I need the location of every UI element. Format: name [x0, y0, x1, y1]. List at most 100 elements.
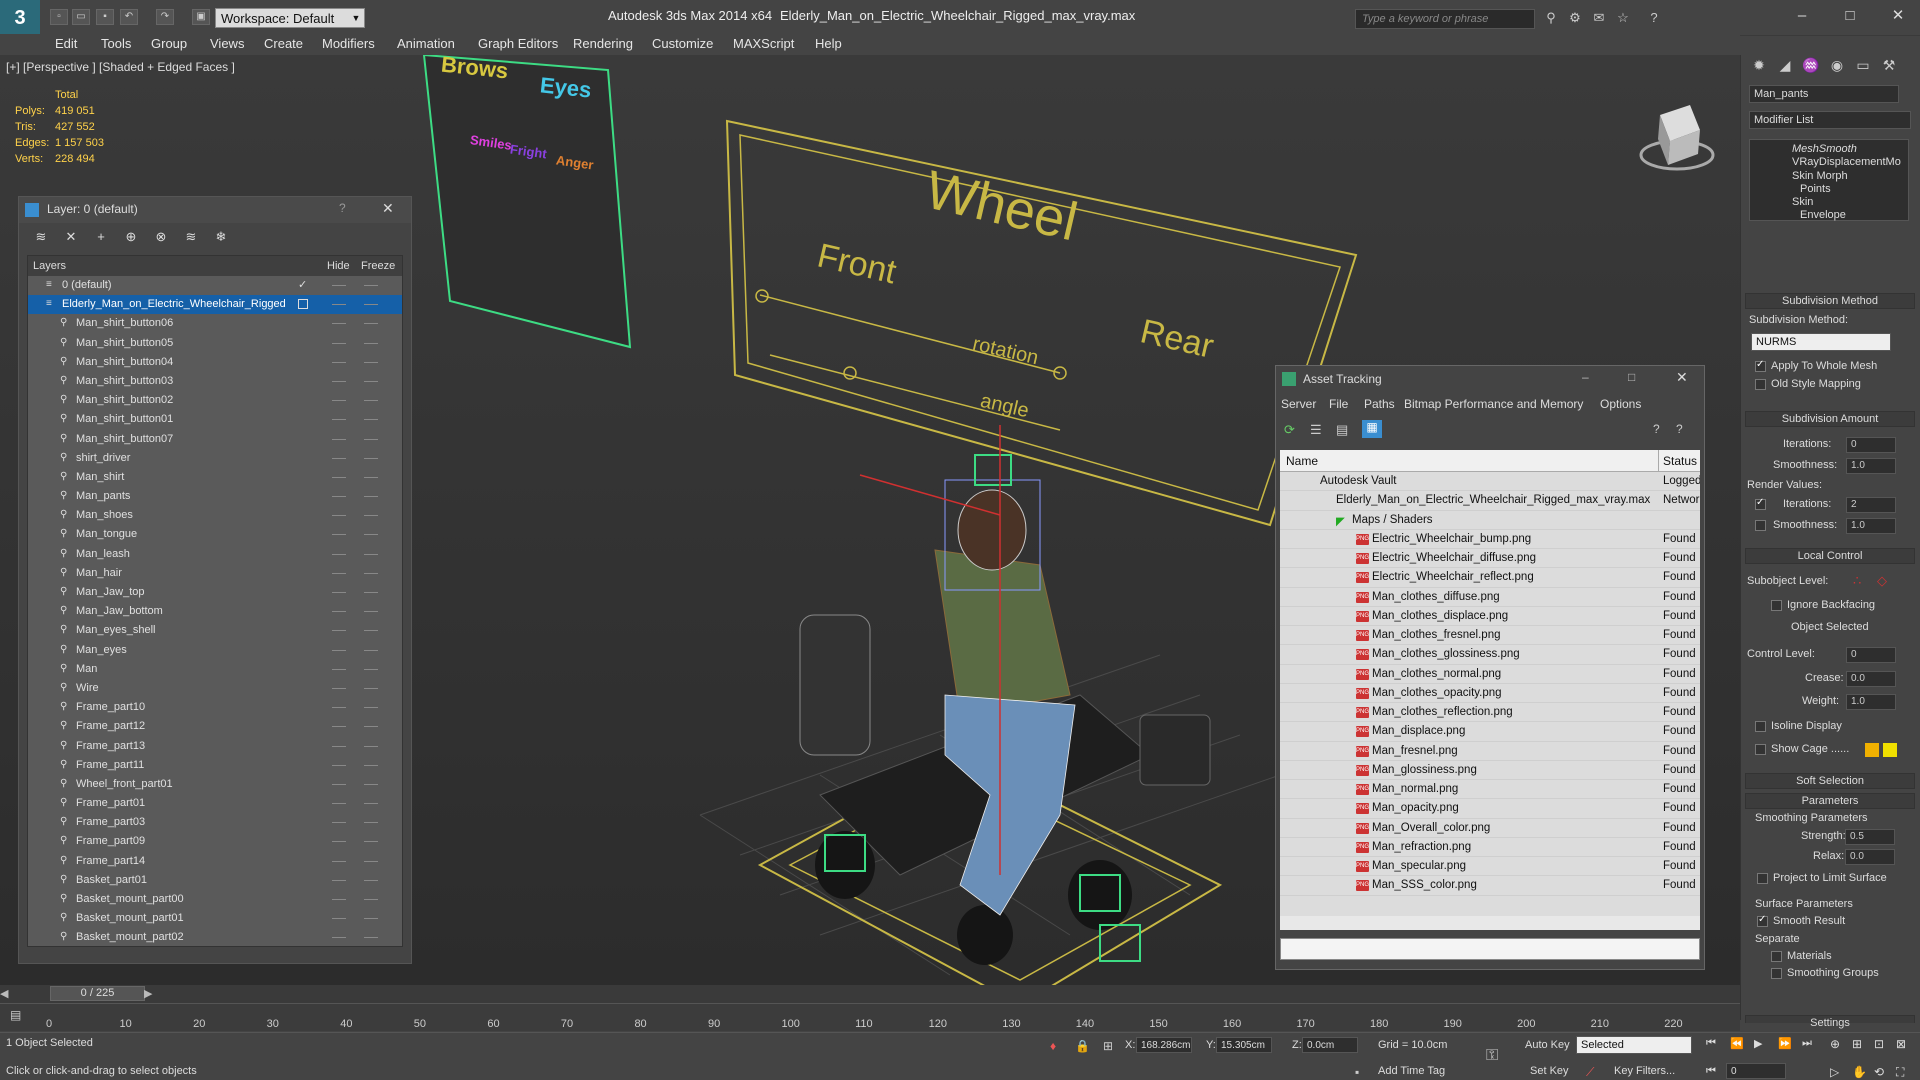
- rollout-settings[interactable]: Settings: [1745, 1015, 1915, 1029]
- hide-toggle[interactable]: [332, 361, 346, 363]
- layer-object-row[interactable]: ⚲ Man_shirt_button06: [28, 314, 402, 333]
- create-layer-icon[interactable]: ≋: [31, 229, 51, 249]
- project-folder-icon[interactable]: ▣: [192, 9, 210, 25]
- freeze-toggle[interactable]: [364, 841, 378, 843]
- freeze-toggle[interactable]: [364, 457, 378, 459]
- asset-map-row[interactable]: PNG Man_specular.png Found: [1280, 857, 1700, 877]
- isoline-display-checkbox[interactable]: [1755, 721, 1766, 732]
- zoom-all-icon[interactable]: ⊞: [1852, 1037, 1862, 1051]
- layer-object-row[interactable]: ⚲ Man_Jaw_bottom: [28, 602, 402, 621]
- freeze-toggle[interactable]: [364, 783, 378, 785]
- freeze-toggle[interactable]: [364, 918, 378, 920]
- hide-toggle[interactable]: [332, 899, 346, 900]
- lock-icon[interactable]: 🔒: [1075, 1039, 1090, 1053]
- iterations-spinner[interactable]: 0: [1846, 437, 1896, 453]
- rollout-subdivision-method[interactable]: Subdivision Method: [1745, 293, 1915, 309]
- hide-toggle[interactable]: [332, 438, 346, 440]
- add-time-tag[interactable]: Add Time Tag: [1378, 1065, 1445, 1077]
- layer-object-row[interactable]: ⚲ Man_eyes: [28, 641, 402, 660]
- path-field[interactable]: [1280, 938, 1700, 960]
- add-to-layer-icon[interactable]: +: [91, 229, 111, 249]
- freeze-toggle[interactable]: [364, 304, 378, 306]
- freeze-toggle[interactable]: [364, 380, 378, 382]
- select-objects-icon[interactable]: ⊕: [121, 229, 141, 249]
- maximize-viewport-icon[interactable]: ⛶: [1896, 1065, 1904, 1080]
- freeze-toggle[interactable]: [364, 899, 378, 900]
- layer-object-row[interactable]: ⚲ Basket_mount_part02: [28, 928, 402, 946]
- hide-toggle[interactable]: [332, 476, 346, 478]
- freeze-toggle[interactable]: [364, 630, 378, 632]
- hide-toggle[interactable]: [332, 419, 346, 421]
- hide-toggle[interactable]: [332, 687, 346, 689]
- menu-graph-editors[interactable]: Graph Editors: [478, 34, 558, 54]
- render-iterations-checkbox[interactable]: [1755, 497, 1766, 510]
- layer-object-row[interactable]: ⚲ Man_shirt_button04: [28, 353, 402, 372]
- hierarchy-tab-icon[interactable]: ♒: [1799, 57, 1823, 79]
- zoom-icon[interactable]: ⊕: [1830, 1037, 1840, 1051]
- layer-object-row[interactable]: ⚲ Man_shirt_button05: [28, 334, 402, 353]
- hide-toggle[interactable]: [332, 400, 346, 402]
- hide-toggle[interactable]: [332, 918, 346, 920]
- old-style-mapping-checkbox[interactable]: [1755, 379, 1766, 390]
- minimize-icon[interactable]: –: [1782, 4, 1822, 28]
- asset-map-row[interactable]: PNG Man_fresnel.png Found: [1280, 742, 1700, 761]
- mini-curve-editor-icon[interactable]: ▤: [10, 1008, 21, 1022]
- freeze-toggle[interactable]: [364, 438, 378, 440]
- key-icon[interactable]: ⚿: [1486, 1047, 1498, 1065]
- asset-menu-file[interactable]: File: [1329, 397, 1348, 411]
- hide-toggle[interactable]: [332, 879, 346, 881]
- hide-toggle[interactable]: [332, 822, 346, 824]
- layer-object-row[interactable]: ⚲ Basket_mount_part01: [28, 909, 402, 928]
- hide-toggle[interactable]: [332, 457, 346, 459]
- menu-tools[interactable]: Tools: [101, 34, 131, 54]
- materials-checkbox[interactable]: [1771, 951, 1782, 962]
- pin-icon[interactable]: ♦: [1050, 1039, 1056, 1053]
- layer-object-row[interactable]: ⚲ Basket_mount_part00: [28, 890, 402, 909]
- hide-toggle[interactable]: [332, 841, 346, 843]
- asset-menu-server[interactable]: Server: [1281, 397, 1316, 411]
- save-file-icon[interactable]: ▪: [96, 9, 114, 25]
- hide-toggle[interactable]: [332, 304, 346, 306]
- render-smoothness-checkbox[interactable]: [1755, 520, 1766, 531]
- hide-toggle[interactable]: [332, 745, 346, 747]
- stack-item-vraydisplacement[interactable]: VRayDisplacementMo: [1792, 156, 1901, 168]
- freeze-toggle[interactable]: [364, 496, 378, 498]
- asset-map-row[interactable]: PNG Man_clothes_displace.png Found: [1280, 607, 1700, 626]
- col-name[interactable]: Name: [1286, 454, 1318, 468]
- asset-row-file[interactable]: Elderly_Man_on_Electric_Wheelchair_Rigge…: [1280, 491, 1700, 511]
- hide-toggle[interactable]: [332, 726, 346, 728]
- zoom-extents-icon[interactable]: ⊡: [1874, 1037, 1884, 1051]
- layer-object-row[interactable]: ⚲ Man_shirt_button03: [28, 372, 402, 391]
- render-iterations-spinner[interactable]: 2: [1846, 497, 1896, 513]
- hide-toggle[interactable]: [332, 323, 346, 325]
- undo-icon[interactable]: ↶: [120, 9, 138, 25]
- zoom-extents-all-icon[interactable]: ⊠: [1896, 1037, 1906, 1051]
- asset-map-row[interactable]: PNG Man_Overall_color.png Found: [1280, 819, 1700, 838]
- freeze-toggle[interactable]: [364, 687, 378, 689]
- asset-map-row[interactable]: PNG Man_clothes_reflection.png Found: [1280, 703, 1700, 723]
- modifier-stack[interactable]: MeshSmooth VRayDisplacementMo Skin Morph…: [1749, 139, 1909, 221]
- layer-object-row[interactable]: ⚲ Man: [28, 660, 402, 679]
- freeze-toggle[interactable]: [364, 745, 378, 747]
- time-slider[interactable]: ◀ 0 / 225 ▶: [0, 985, 1740, 1003]
- layer-row-default[interactable]: ≡ 0 (default) ✓: [28, 276, 402, 295]
- absolute-mode-icon[interactable]: ⊞: [1103, 1039, 1113, 1053]
- play-icon[interactable]: ▶: [1754, 1037, 1762, 1050]
- stack-item-points[interactable]: Points: [1800, 183, 1831, 195]
- asset-map-row[interactable]: PNG Man_normal.png Found: [1280, 780, 1700, 800]
- key-selection-dropdown[interactable]: Selected: [1576, 1036, 1692, 1054]
- apply-whole-mesh-checkbox[interactable]: [1755, 359, 1766, 372]
- next-key-icon[interactable]: ⏩: [1778, 1037, 1792, 1050]
- render-smoothness-spinner[interactable]: 1.0: [1846, 518, 1896, 534]
- freeze-toggle[interactable]: [364, 822, 378, 824]
- freeze-toggle[interactable]: [364, 803, 378, 805]
- current-layer-check-icon[interactable]: ✓: [298, 278, 307, 291]
- freeze-toggle[interactable]: [364, 649, 378, 651]
- maximize-icon[interactable]: □: [1830, 4, 1870, 28]
- layer-object-row[interactable]: ⚲ Man_shirt_button01: [28, 410, 402, 429]
- horizontal-scrollbar[interactable]: [1280, 916, 1700, 930]
- asset-map-row[interactable]: PNG Man_displace.png Found: [1280, 722, 1700, 742]
- freeze-toggle[interactable]: [364, 572, 378, 574]
- close-icon[interactable]: ✕: [382, 200, 394, 217]
- auto-key-button[interactable]: Auto Key: [1525, 1039, 1570, 1051]
